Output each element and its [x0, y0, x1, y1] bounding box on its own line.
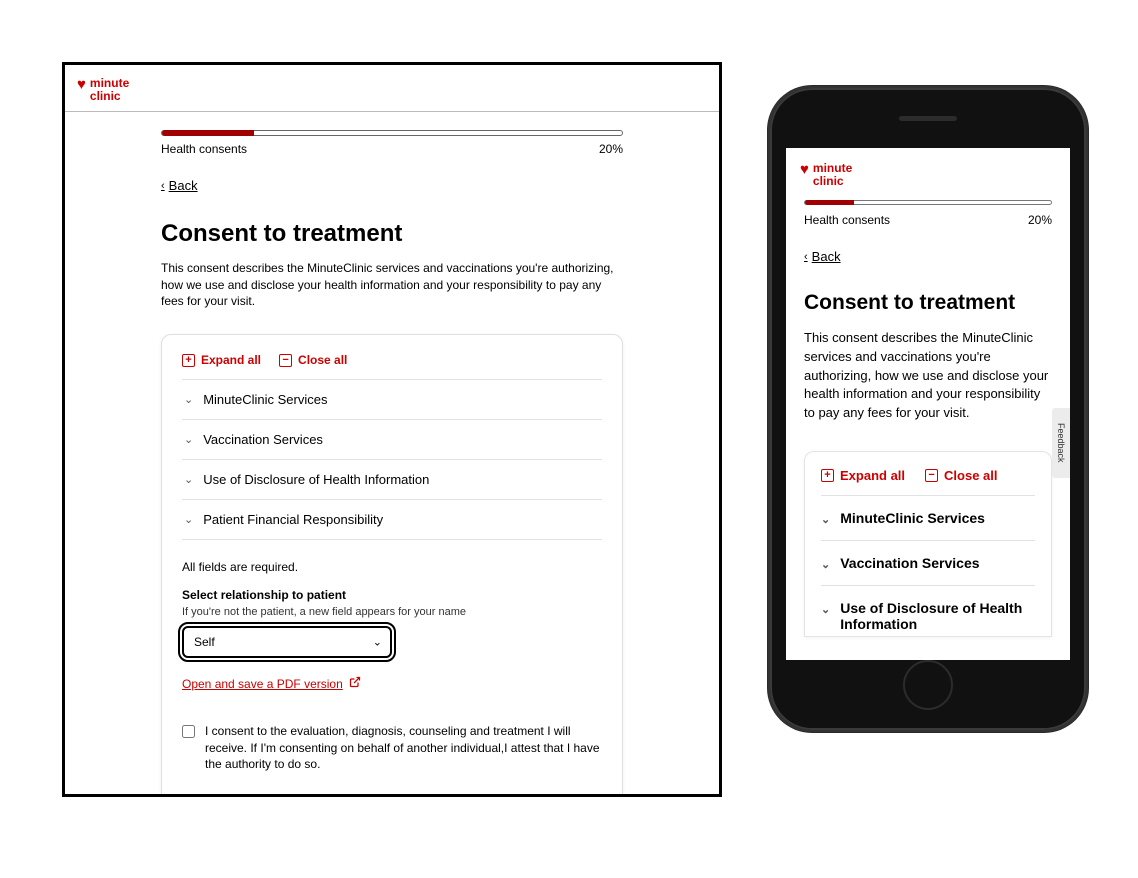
progress-bar: Health consents 20%	[804, 200, 1052, 227]
plus-icon: +	[182, 354, 195, 367]
accordion-label: Use of Disclosure of Health Information	[840, 600, 1035, 632]
consent-checkbox-label: I consent to the evaluation, diagnosis, …	[205, 723, 602, 773]
pdf-link-label: Open and save a PDF version	[182, 677, 343, 691]
relationship-select[interactable]: Self	[182, 626, 392, 658]
progress-track	[161, 130, 623, 136]
minus-icon: −	[279, 354, 292, 367]
accordion-label: MinuteClinic Services	[203, 392, 327, 407]
chevron-down-icon: ⌄	[184, 473, 193, 486]
accordion: ⌄ MinuteClinic Services ⌄ Vaccination Se…	[182, 379, 602, 540]
accordion-item[interactable]: ⌄ Vaccination Services	[821, 540, 1035, 585]
intro-text: This consent describes the MinuteClinic …	[161, 260, 623, 310]
close-all-label: Close all	[944, 468, 997, 483]
close-all-label: Close all	[298, 353, 347, 367]
progress-percent: 20%	[1028, 213, 1052, 227]
chevron-left-icon: ‹	[804, 251, 808, 263]
phone-screen: ♥ minuteclinic Health consents 20%	[786, 148, 1070, 660]
accordion-item[interactable]: ⌄ Vaccination Services	[182, 420, 602, 460]
progress-fill	[162, 130, 254, 136]
logo-text: minuteclinic	[90, 77, 129, 103]
page-title: Consent to treatment	[161, 220, 623, 248]
expand-all-button[interactable]: + Expand all	[821, 468, 905, 483]
accordion-item[interactable]: ⌄ Patient Financial Responsibility	[182, 500, 602, 540]
chevron-down-icon: ⌄	[821, 558, 830, 571]
feedback-label: Feedback	[1056, 423, 1066, 463]
chevron-down-icon: ⌄	[184, 513, 193, 526]
progress-label: Health consents	[804, 213, 890, 227]
external-link-icon	[349, 676, 361, 691]
back-label: Back	[169, 178, 198, 193]
progress-label: Health consents	[161, 142, 247, 156]
back-label: Back	[812, 249, 841, 264]
heart-icon: ♥	[800, 162, 809, 177]
desktop-window: ♥ minuteclinic Health consents 20% ‹ Bac…	[62, 62, 722, 797]
accordion-label: MinuteClinic Services	[840, 510, 985, 526]
close-all-button[interactable]: − Close all	[925, 468, 997, 483]
expand-all-button[interactable]: + Expand all	[182, 353, 261, 367]
plus-icon: +	[821, 469, 834, 482]
logo: ♥ minuteclinic	[77, 77, 129, 103]
progress-bar: Health consents 20%	[161, 130, 623, 156]
accordion-item[interactable]: ⌄ MinuteClinic Services	[182, 380, 602, 420]
consent-card: + Expand all − Close all ⌄ MinuteClinic …	[804, 451, 1052, 637]
accordion-label: Patient Financial Responsibility	[203, 512, 383, 527]
accordion-item[interactable]: ⌄ Use of Disclosure of Health Informatio…	[821, 585, 1035, 636]
relationship-hint: If you're not the patient, a new field a…	[182, 606, 602, 618]
minus-icon: −	[925, 469, 938, 482]
continue-button[interactable]: Continue	[182, 795, 278, 797]
accordion-label: Vaccination Services	[840, 555, 979, 571]
back-link[interactable]: ‹ Back	[804, 249, 841, 264]
relationship-select-wrap: Self ⌄	[182, 626, 392, 658]
header: ♥ minuteclinic	[65, 65, 719, 112]
phone-frame: ♥ minuteclinic Health consents 20%	[768, 86, 1088, 732]
chevron-down-icon: ⌄	[821, 513, 830, 526]
consent-card: + Expand all − Close all ⌄ MinuteClinic …	[161, 334, 623, 797]
chevron-down-icon: ⌄	[821, 603, 830, 616]
accordion-label: Use of Disclosure of Health Information	[203, 472, 429, 487]
relationship-label: Select relationship to patient	[182, 588, 602, 602]
page-title: Consent to treatment	[804, 291, 1052, 315]
expand-all-label: Expand all	[201, 353, 261, 367]
logo-text: minuteclinic	[813, 162, 852, 188]
consent-checkbox-row[interactable]: I consent to the evaluation, diagnosis, …	[182, 723, 602, 773]
accordion-item[interactable]: ⌄ Use of Disclosure of Health Informatio…	[182, 460, 602, 500]
logo: ♥ minuteclinic	[800, 162, 1056, 188]
pdf-link[interactable]: Open and save a PDF version	[182, 676, 361, 691]
intro-text: This consent describes the MinuteClinic …	[804, 329, 1052, 423]
consent-checkbox[interactable]	[182, 725, 195, 738]
expand-all-label: Expand all	[840, 468, 905, 483]
mobile-header: ♥ minuteclinic	[786, 148, 1070, 198]
progress-track	[804, 200, 1052, 205]
heart-icon: ♥	[77, 77, 86, 92]
progress-fill	[805, 200, 854, 205]
chevron-left-icon: ‹	[161, 180, 165, 192]
required-note: All fields are required.	[182, 560, 602, 574]
feedback-tab[interactable]: Feedback	[1052, 408, 1070, 478]
close-all-button[interactable]: − Close all	[279, 353, 347, 367]
accordion-item[interactable]: ⌄ MinuteClinic Services	[821, 495, 1035, 540]
accordion-label: Vaccination Services	[203, 432, 323, 447]
progress-percent: 20%	[599, 142, 623, 156]
chevron-down-icon: ⌄	[184, 433, 193, 446]
back-link[interactable]: ‹ Back	[161, 178, 198, 193]
chevron-down-icon: ⌄	[184, 393, 193, 406]
